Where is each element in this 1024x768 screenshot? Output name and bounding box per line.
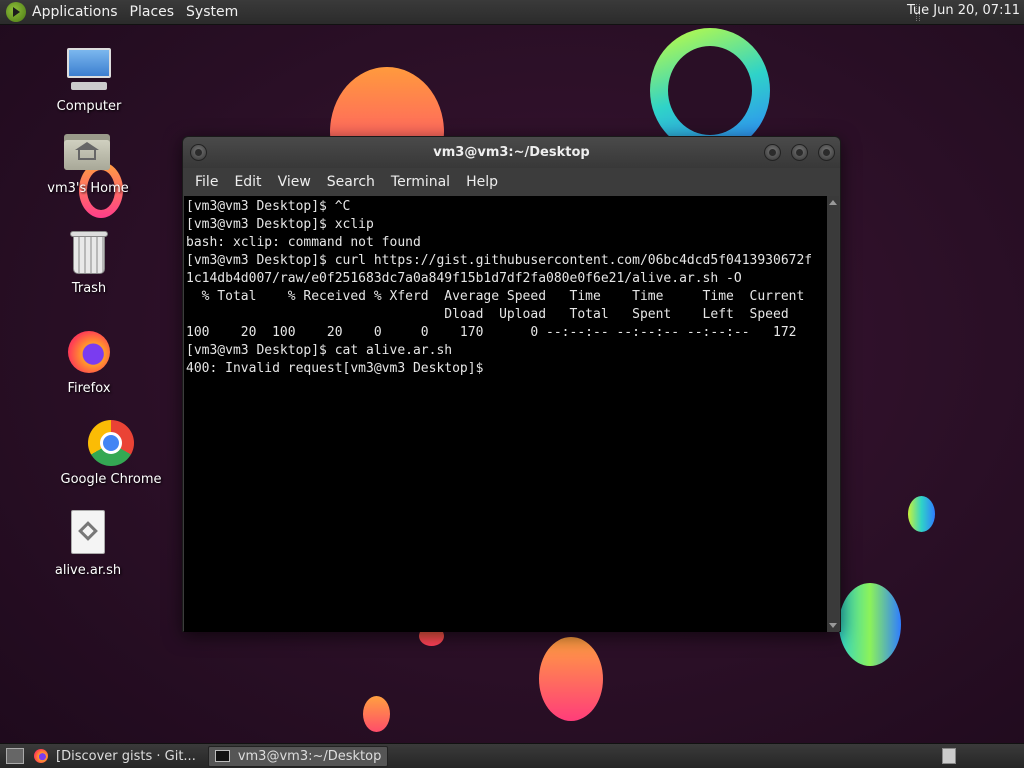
firefox-icon <box>34 749 48 763</box>
terminal-line: [vm3@vm3 Desktop]$ ^C <box>186 199 351 214</box>
clock[interactable]: Tue Jun 20, 07:11 <box>907 3 1020 18</box>
trash-icon <box>65 228 113 276</box>
menu-view[interactable]: View <box>270 174 319 190</box>
window-titlebar[interactable]: vm3@vm3:~/Desktop <box>183 137 840 168</box>
wallpaper-bubble <box>363 696 390 732</box>
scroll-down-arrow-icon[interactable] <box>829 623 837 628</box>
desktop-icon-label: Firefox <box>67 381 111 396</box>
terminal-line: % Total % Received % Xferd Average Speed… <box>186 289 805 304</box>
menu-edit[interactable]: Edit <box>226 174 269 190</box>
taskbar-item-terminal[interactable]: vm3@vm3:~/Desktop <box>207 745 389 767</box>
desktop-icon-firefox[interactable]: Firefox <box>34 328 144 396</box>
terminal-prompt-line: 400: Invalid request[vm3@vm3 Desktop]$ <box>186 361 492 376</box>
taskbar-item-label: vm3@vm3:~/Desktop <box>237 748 382 764</box>
bottom-panel: [Discover gists · Git... vm3@vm3:~/Deskt… <box>0 743 1024 768</box>
desktop-icon-label: vm3's Home <box>47 181 129 196</box>
desktop-icon-home[interactable]: vm3's Home <box>33 128 143 196</box>
wallpaper-bubble <box>839 583 901 666</box>
desktop-icon-label: Computer <box>56 99 122 114</box>
menu-terminal[interactable]: Terminal <box>383 174 458 190</box>
terminal-icon <box>214 750 230 762</box>
menu-file[interactable]: File <box>187 174 226 190</box>
firefox-icon <box>65 328 113 376</box>
menu-places[interactable]: Places <box>130 4 183 20</box>
terminal-output[interactable]: [vm3@vm3 Desktop]$ ^C [vm3@vm3 Desktop]$… <box>184 196 827 632</box>
chrome-icon <box>87 419 135 467</box>
wallpaper-bubble <box>539 637 603 721</box>
menu-help[interactable]: Help <box>458 174 506 190</box>
terminal-line: 100 20 100 20 0 0 170 0 --:--:-- --:--:-… <box>186 325 797 340</box>
window-title: vm3@vm3:~/Desktop <box>433 145 590 160</box>
desktop-icon-label: Google Chrome <box>60 472 162 487</box>
terminal-line: [vm3@vm3 Desktop]$ curl https://gist.git… <box>186 253 813 268</box>
desktop-icon-label: alive.ar.sh <box>54 563 122 578</box>
terminal-window: vm3@vm3:~/Desktop File Edit View Search … <box>182 136 841 632</box>
minimize-button[interactable] <box>764 144 781 161</box>
maximize-button[interactable] <box>791 144 808 161</box>
terminal-line: [vm3@vm3 Desktop]$ cat alive.ar.sh <box>186 343 453 358</box>
desktop-icon-label: Trash <box>71 281 107 296</box>
close-button[interactable] <box>818 144 835 161</box>
terminal-line: bash: xclip: command not found <box>186 235 421 250</box>
wallpaper-bubble <box>908 496 935 532</box>
terminal-line: Dload Upload Total Spent Left Speed <box>186 307 789 322</box>
taskbar-item-firefox[interactable]: [Discover gists · Git... <box>28 746 202 767</box>
taskbar-item-label: [Discover gists · Git... <box>56 748 196 764</box>
terminal-line: [vm3@vm3 Desktop]$ xclip <box>186 217 374 232</box>
desktop-icon-alive-script[interactable]: alive.ar.sh <box>33 510 143 578</box>
computer-icon <box>65 46 113 94</box>
home-folder-icon <box>64 128 112 176</box>
terminal-menubar: File Edit View Search Terminal Help <box>183 168 840 196</box>
scroll-up-arrow-icon[interactable] <box>829 200 837 205</box>
script-file-icon <box>64 510 112 558</box>
terminal-line: 1c14db4d007/raw/e0f251683dc7a0a849f15b1d… <box>186 271 742 286</box>
desktop-icon-chrome[interactable]: Google Chrome <box>56 419 166 487</box>
menu-search[interactable]: Search <box>319 174 383 190</box>
terminal-scrollbar[interactable] <box>827 196 839 632</box>
desktop-icon-computer[interactable]: Computer <box>34 46 144 114</box>
show-desktop-icon[interactable] <box>6 748 24 764</box>
workspace-switcher[interactable] <box>942 748 956 764</box>
wallpaper-ring <box>650 28 770 153</box>
top-panel: Applications Places System Tue Jun 20, 0… <box>0 0 1024 25</box>
menu-system[interactable]: System <box>186 4 246 20</box>
menu-applications[interactable]: Applications <box>32 4 126 20</box>
gnome-menu-icon[interactable] <box>6 2 26 22</box>
desktop-icon-trash[interactable]: Trash <box>34 228 144 296</box>
